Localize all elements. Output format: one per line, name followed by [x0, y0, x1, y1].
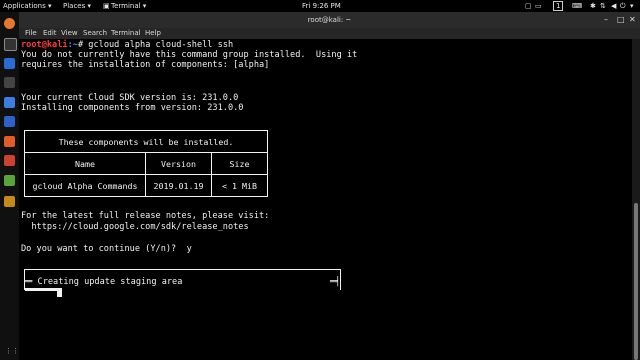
prompt-symbol: #	[77, 40, 89, 50]
menu-edit[interactable]: Edit	[43, 28, 57, 39]
prompt-path: :~	[67, 40, 78, 50]
scrollbar[interactable]	[632, 39, 640, 360]
menubar: File Edit View Search Terminal Help	[19, 28, 640, 39]
bluetooth-icon[interactable]: ✱	[590, 0, 596, 12]
terminal-app-menu[interactable]: Terminal ▾	[111, 0, 146, 12]
window-icon[interactable]: ▭	[535, 0, 542, 12]
menu-file[interactable]: File	[25, 28, 37, 39]
burp-icon[interactable]	[4, 116, 15, 127]
screen-icon[interactable]: ▢	[525, 0, 532, 12]
table-header: Version	[145, 152, 212, 175]
output-line: Your current Cloud SDK version is: 231.0…	[21, 93, 239, 103]
progress-bar-fill	[25, 288, 57, 291]
metasploit-icon[interactable]	[4, 58, 15, 69]
places-menu[interactable]: Places ▾	[63, 0, 91, 12]
output-line: You do not currently have this command g…	[21, 50, 358, 60]
network-icon[interactable]: ⇅	[600, 0, 606, 12]
scrollbar-thumb[interactable]	[634, 203, 638, 360]
menu-search[interactable]: Search	[83, 28, 107, 39]
files-icon[interactable]	[4, 97, 15, 108]
app-icon[interactable]	[4, 175, 15, 186]
table-header-row: Name Version Size	[24, 152, 268, 175]
keyboard-icon[interactable]: ⌨	[572, 0, 582, 12]
table-cell: 2019.01.19	[145, 174, 212, 197]
progress-label: ╞═ Creating update staging area	[22, 277, 183, 287]
maximize-icon[interactable]: □	[617, 12, 625, 28]
text-cursor	[57, 288, 62, 297]
table-header: Size	[211, 152, 268, 175]
chevron-down-icon[interactable]: ▾	[630, 0, 634, 12]
table-cell: < 1 MiB	[211, 174, 268, 197]
clock[interactable]: Fri 9:26 PM	[302, 0, 341, 12]
window-titlebar[interactable]: root@kali: ~ – □ ✕	[19, 12, 640, 28]
terminal-icon[interactable]	[4, 38, 17, 51]
release-notes-text: For the latest full release notes, pleas…	[21, 211, 270, 221]
prompt-line: root@kali:~# gcloud alpha cloud-shell ss…	[21, 40, 233, 50]
terminal-output[interactable]: root@kali:~# gcloud alpha cloud-shell ss…	[19, 39, 632, 360]
menu-view[interactable]: View	[61, 28, 78, 39]
close-icon[interactable]: ✕	[629, 12, 636, 28]
continue-prompt: Do you want to continue (Y/n)? y	[21, 244, 192, 254]
app-icon[interactable]	[4, 136, 15, 147]
components-table: These components will be installed. Name…	[24, 130, 268, 197]
output-line: Installing components from version: 231.…	[21, 103, 244, 113]
app-icon[interactable]	[4, 155, 15, 166]
menu-help[interactable]: Help	[145, 28, 161, 39]
show-apps-icon[interactable]: ⋮⋮⋮	[5, 348, 26, 359]
terminal-app-icon: ▣	[103, 2, 110, 10]
table-cell: gcloud Alpha Commands	[24, 174, 146, 197]
workspace-indicator[interactable]: 1	[553, 1, 564, 11]
prompt-user: root@kali	[21, 40, 68, 50]
power-icon[interactable]: ⏻	[620, 0, 626, 12]
output-line: requires the installation of components:…	[21, 60, 270, 70]
menu-terminal[interactable]: Terminal	[111, 28, 141, 39]
table-caption: These components will be installed.	[24, 130, 268, 153]
armitage-icon[interactable]	[4, 77, 15, 88]
progress-end: ═╡	[330, 277, 341, 287]
applications-menu[interactable]: Applications ▾	[3, 0, 52, 12]
table-row: gcloud Alpha Commands 2019.01.19 < 1 MiB	[24, 174, 268, 197]
window-title: root@kali: ~	[307, 16, 352, 24]
minimize-icon[interactable]: –	[604, 12, 608, 28]
command-text: gcloud alpha cloud-shell ssh	[88, 40, 234, 50]
table-header: Name	[24, 152, 146, 175]
dock: ⋮⋮⋮	[0, 12, 26, 360]
app-icon[interactable]	[4, 196, 15, 207]
firefox-icon[interactable]	[4, 18, 15, 29]
volume-icon[interactable]: ◀	[611, 0, 616, 12]
release-notes-url[interactable]: https://cloud.google.com/sdk/release_not…	[21, 222, 248, 232]
top-panel: Applications ▾ Places ▾ ▣ Terminal ▾ Fri…	[0, 0, 640, 12]
